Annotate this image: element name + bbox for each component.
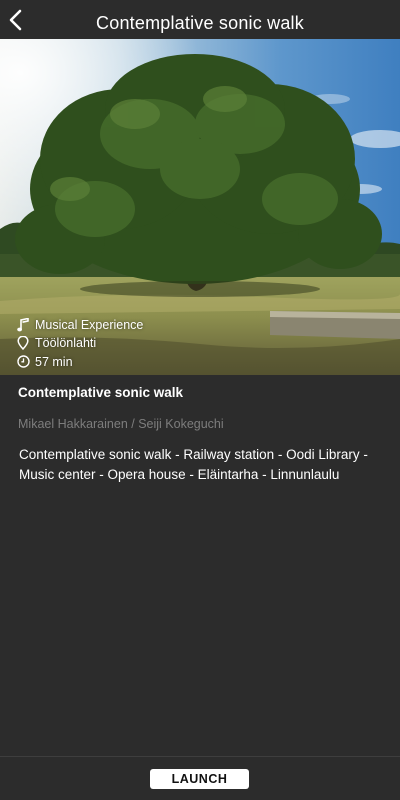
duration-row: 57 min <box>16 353 143 372</box>
category-label: Musical Experience <box>35 317 144 332</box>
location-row: Töölönlahti <box>16 334 143 353</box>
header-bar: Contemplative sonic walk <box>0 0 400 41</box>
walk-title: Contemplative sonic walk <box>18 385 184 400</box>
duration-label: 57 min <box>35 354 73 369</box>
hero-meta: Musical Experience Töölönlahti 57 min <box>16 316 143 372</box>
launch-button[interactable]: LAUNCH <box>150 769 249 789</box>
chevron-left-icon <box>9 9 22 31</box>
category-row: Musical Experience <box>16 316 143 335</box>
footer-bar: LAUNCH <box>0 756 400 800</box>
hero-image: Musical Experience Töölönlahti 57 min <box>0 39 400 375</box>
clock-icon <box>16 355 30 369</box>
walk-info: Contemplative sonic walk Mikael Hakkarai… <box>0 375 400 755</box>
music-note-icon <box>16 317 30 332</box>
app-screen: Contemplative sonic walk Musical Experie… <box>0 0 400 800</box>
map-pin-icon <box>16 336 30 351</box>
walk-description: Contemplative sonic walk - Railway stati… <box>19 447 368 482</box>
walk-authors: Mikael Hakkarainen / Seiji Kokeguchi <box>18 417 224 431</box>
location-label: Töölönlahti <box>35 336 97 351</box>
back-button[interactable] <box>2 6 30 34</box>
